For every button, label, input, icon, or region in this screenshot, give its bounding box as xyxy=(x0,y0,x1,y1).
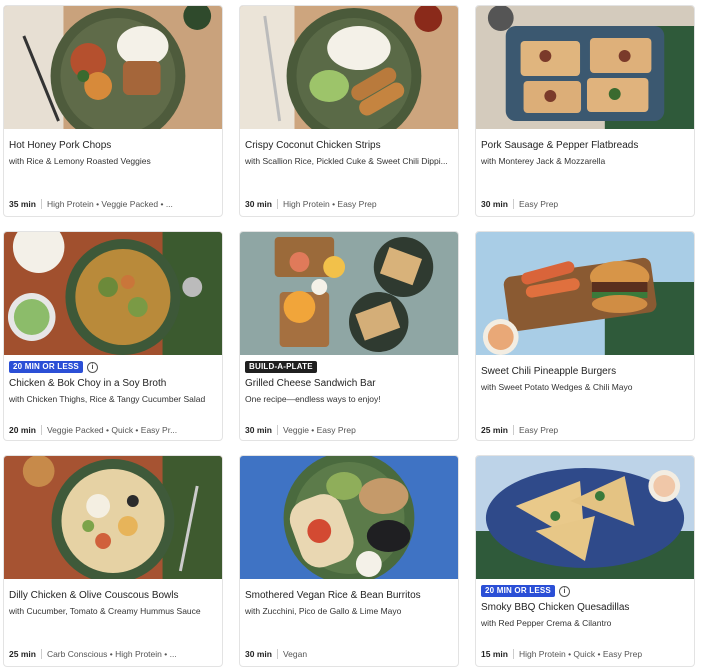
recipe-subtitle: with Cucumber, Tomato & Creamy Hummus Sa… xyxy=(9,606,201,616)
info-icon[interactable]: i xyxy=(86,361,98,373)
recipe-title[interactable]: Smoky BBQ Chicken Quesadillas xyxy=(481,602,689,613)
recipe-title[interactable]: Smothered Vegan Rice & Bean Burritos xyxy=(245,590,453,601)
recipe-image xyxy=(240,232,458,355)
divider xyxy=(276,425,278,435)
recipe-tags: Easy Prep xyxy=(518,425,559,435)
recipe-image xyxy=(4,456,222,579)
cook-time: 30 min xyxy=(481,199,508,209)
recipe-image xyxy=(4,6,222,129)
recipe-card[interactable]: BUILD-A-PLATE Grilled Cheese Sandwich Ba… xyxy=(239,231,459,441)
recipe-meta: 20 min Veggie Packed • Quick • Easy Pr..… xyxy=(9,425,217,435)
recipe-tags: High Protein • Easy Prep xyxy=(282,199,377,209)
recipe-subtitle: with Chicken Thighs, Rice & Tangy Cucumb… xyxy=(9,394,206,404)
divider xyxy=(40,649,42,659)
recipe-title[interactable]: Grilled Cheese Sandwich Bar xyxy=(245,378,453,389)
recipe-title[interactable]: Hot Honey Pork Chops xyxy=(9,140,217,151)
recipe-image xyxy=(476,232,694,355)
cook-time: 25 min xyxy=(9,649,36,659)
recipe-tags: Vegan xyxy=(282,649,308,659)
divider xyxy=(40,425,42,435)
recipe-card[interactable]: 20 MIN OR LESS i Chicken & Bok Choy in a… xyxy=(3,231,223,441)
recipe-image xyxy=(476,456,694,579)
cook-time: 25 min xyxy=(481,425,508,435)
quick-badge: 20 MIN OR LESS xyxy=(9,361,83,373)
recipe-subtitle: with Sweet Potato Wedges & Chili Mayo xyxy=(481,382,633,392)
divider xyxy=(276,649,278,659)
recipe-subtitle: with Monterey Jack & Mozzarella xyxy=(481,156,606,166)
recipe-tags: Veggie Packed • Quick • Easy Pr... xyxy=(46,425,178,435)
recipe-image xyxy=(240,456,458,579)
recipe-subtitle: with Zucchini, Pico de Gallo & Lime Mayo xyxy=(245,606,402,616)
recipe-tags: Easy Prep xyxy=(518,199,559,209)
recipe-tags: High Protein • Quick • Easy Prep xyxy=(518,649,643,659)
recipe-meta: 30 min High Protein • Easy Prep xyxy=(245,199,453,209)
recipe-tags: High Protein • Veggie Packed • ... xyxy=(46,199,173,209)
recipe-card[interactable]: Sweet Chili Pineapple Burgers with Sweet… xyxy=(475,231,695,441)
recipe-card[interactable]: Hot Honey Pork Chops with Rice & Lemony … xyxy=(3,5,223,217)
recipe-card[interactable]: Pork Sausage & Pepper Flatbreads with Mo… xyxy=(475,5,695,217)
recipe-title[interactable]: Chicken & Bok Choy in a Soy Broth xyxy=(9,378,217,389)
divider xyxy=(276,199,278,209)
recipe-title[interactable]: Sweet Chili Pineapple Burgers xyxy=(481,366,689,377)
quick-badge: 20 MIN OR LESS xyxy=(481,585,555,597)
badge-row: BUILD-A-PLATE xyxy=(245,361,317,373)
recipe-tags: Veggie • Easy Prep xyxy=(282,425,356,435)
divider xyxy=(512,649,514,659)
recipe-subtitle: with Scallion Rice, Pickled Cuke & Sweet… xyxy=(245,156,448,166)
recipe-subtitle: with Red Pepper Crema & Cilantro xyxy=(481,618,612,628)
recipe-meta: 25 min Easy Prep xyxy=(481,425,689,435)
info-icon[interactable]: i xyxy=(558,585,570,597)
recipe-meta: 15 min High Protein • Quick • Easy Prep xyxy=(481,649,689,659)
recipe-meta: 30 min Easy Prep xyxy=(481,199,689,209)
cook-time: 15 min xyxy=(481,649,508,659)
recipe-card[interactable]: Dilly Chicken & Olive Couscous Bowls wit… xyxy=(3,455,223,667)
cook-time: 35 min xyxy=(9,199,36,209)
recipe-image xyxy=(4,232,222,355)
recipe-meta: 30 min Veggie • Easy Prep xyxy=(245,425,453,435)
recipe-subtitle: One recipe—endless ways to enjoy! xyxy=(245,394,381,404)
recipe-title[interactable]: Crispy Coconut Chicken Strips xyxy=(245,140,453,151)
cook-time: 30 min xyxy=(245,199,272,209)
build-a-plate-badge: BUILD-A-PLATE xyxy=(245,361,317,373)
recipe-meta: 35 min High Protein • Veggie Packed • ..… xyxy=(9,199,217,209)
recipe-card[interactable]: 20 MIN OR LESS i Smoky BBQ Chicken Quesa… xyxy=(475,455,695,667)
divider xyxy=(512,425,514,435)
recipe-meta: 30 min Vegan xyxy=(245,649,453,659)
cook-time: 30 min xyxy=(245,425,272,435)
recipe-title[interactable]: Dilly Chicken & Olive Couscous Bowls xyxy=(9,590,217,601)
recipe-subtitle: with Rice & Lemony Roasted Veggies xyxy=(9,156,151,166)
recipe-image xyxy=(476,6,694,129)
divider xyxy=(40,199,42,209)
recipe-meta: 25 min Carb Conscious • High Protein • .… xyxy=(9,649,217,659)
recipe-card[interactable]: Crispy Coconut Chicken Strips with Scall… xyxy=(239,5,459,217)
badge-row: 20 MIN OR LESS i xyxy=(481,585,570,597)
recipe-image xyxy=(240,6,458,129)
cook-time: 20 min xyxy=(9,425,36,435)
badge-row: 20 MIN OR LESS i xyxy=(9,361,98,373)
recipe-tags: Carb Conscious • High Protein • ... xyxy=(46,649,177,659)
recipe-title[interactable]: Pork Sausage & Pepper Flatbreads xyxy=(481,140,689,151)
cook-time: 30 min xyxy=(245,649,272,659)
divider xyxy=(512,199,514,209)
recipe-card[interactable]: Smothered Vegan Rice & Bean Burritos wit… xyxy=(239,455,459,667)
